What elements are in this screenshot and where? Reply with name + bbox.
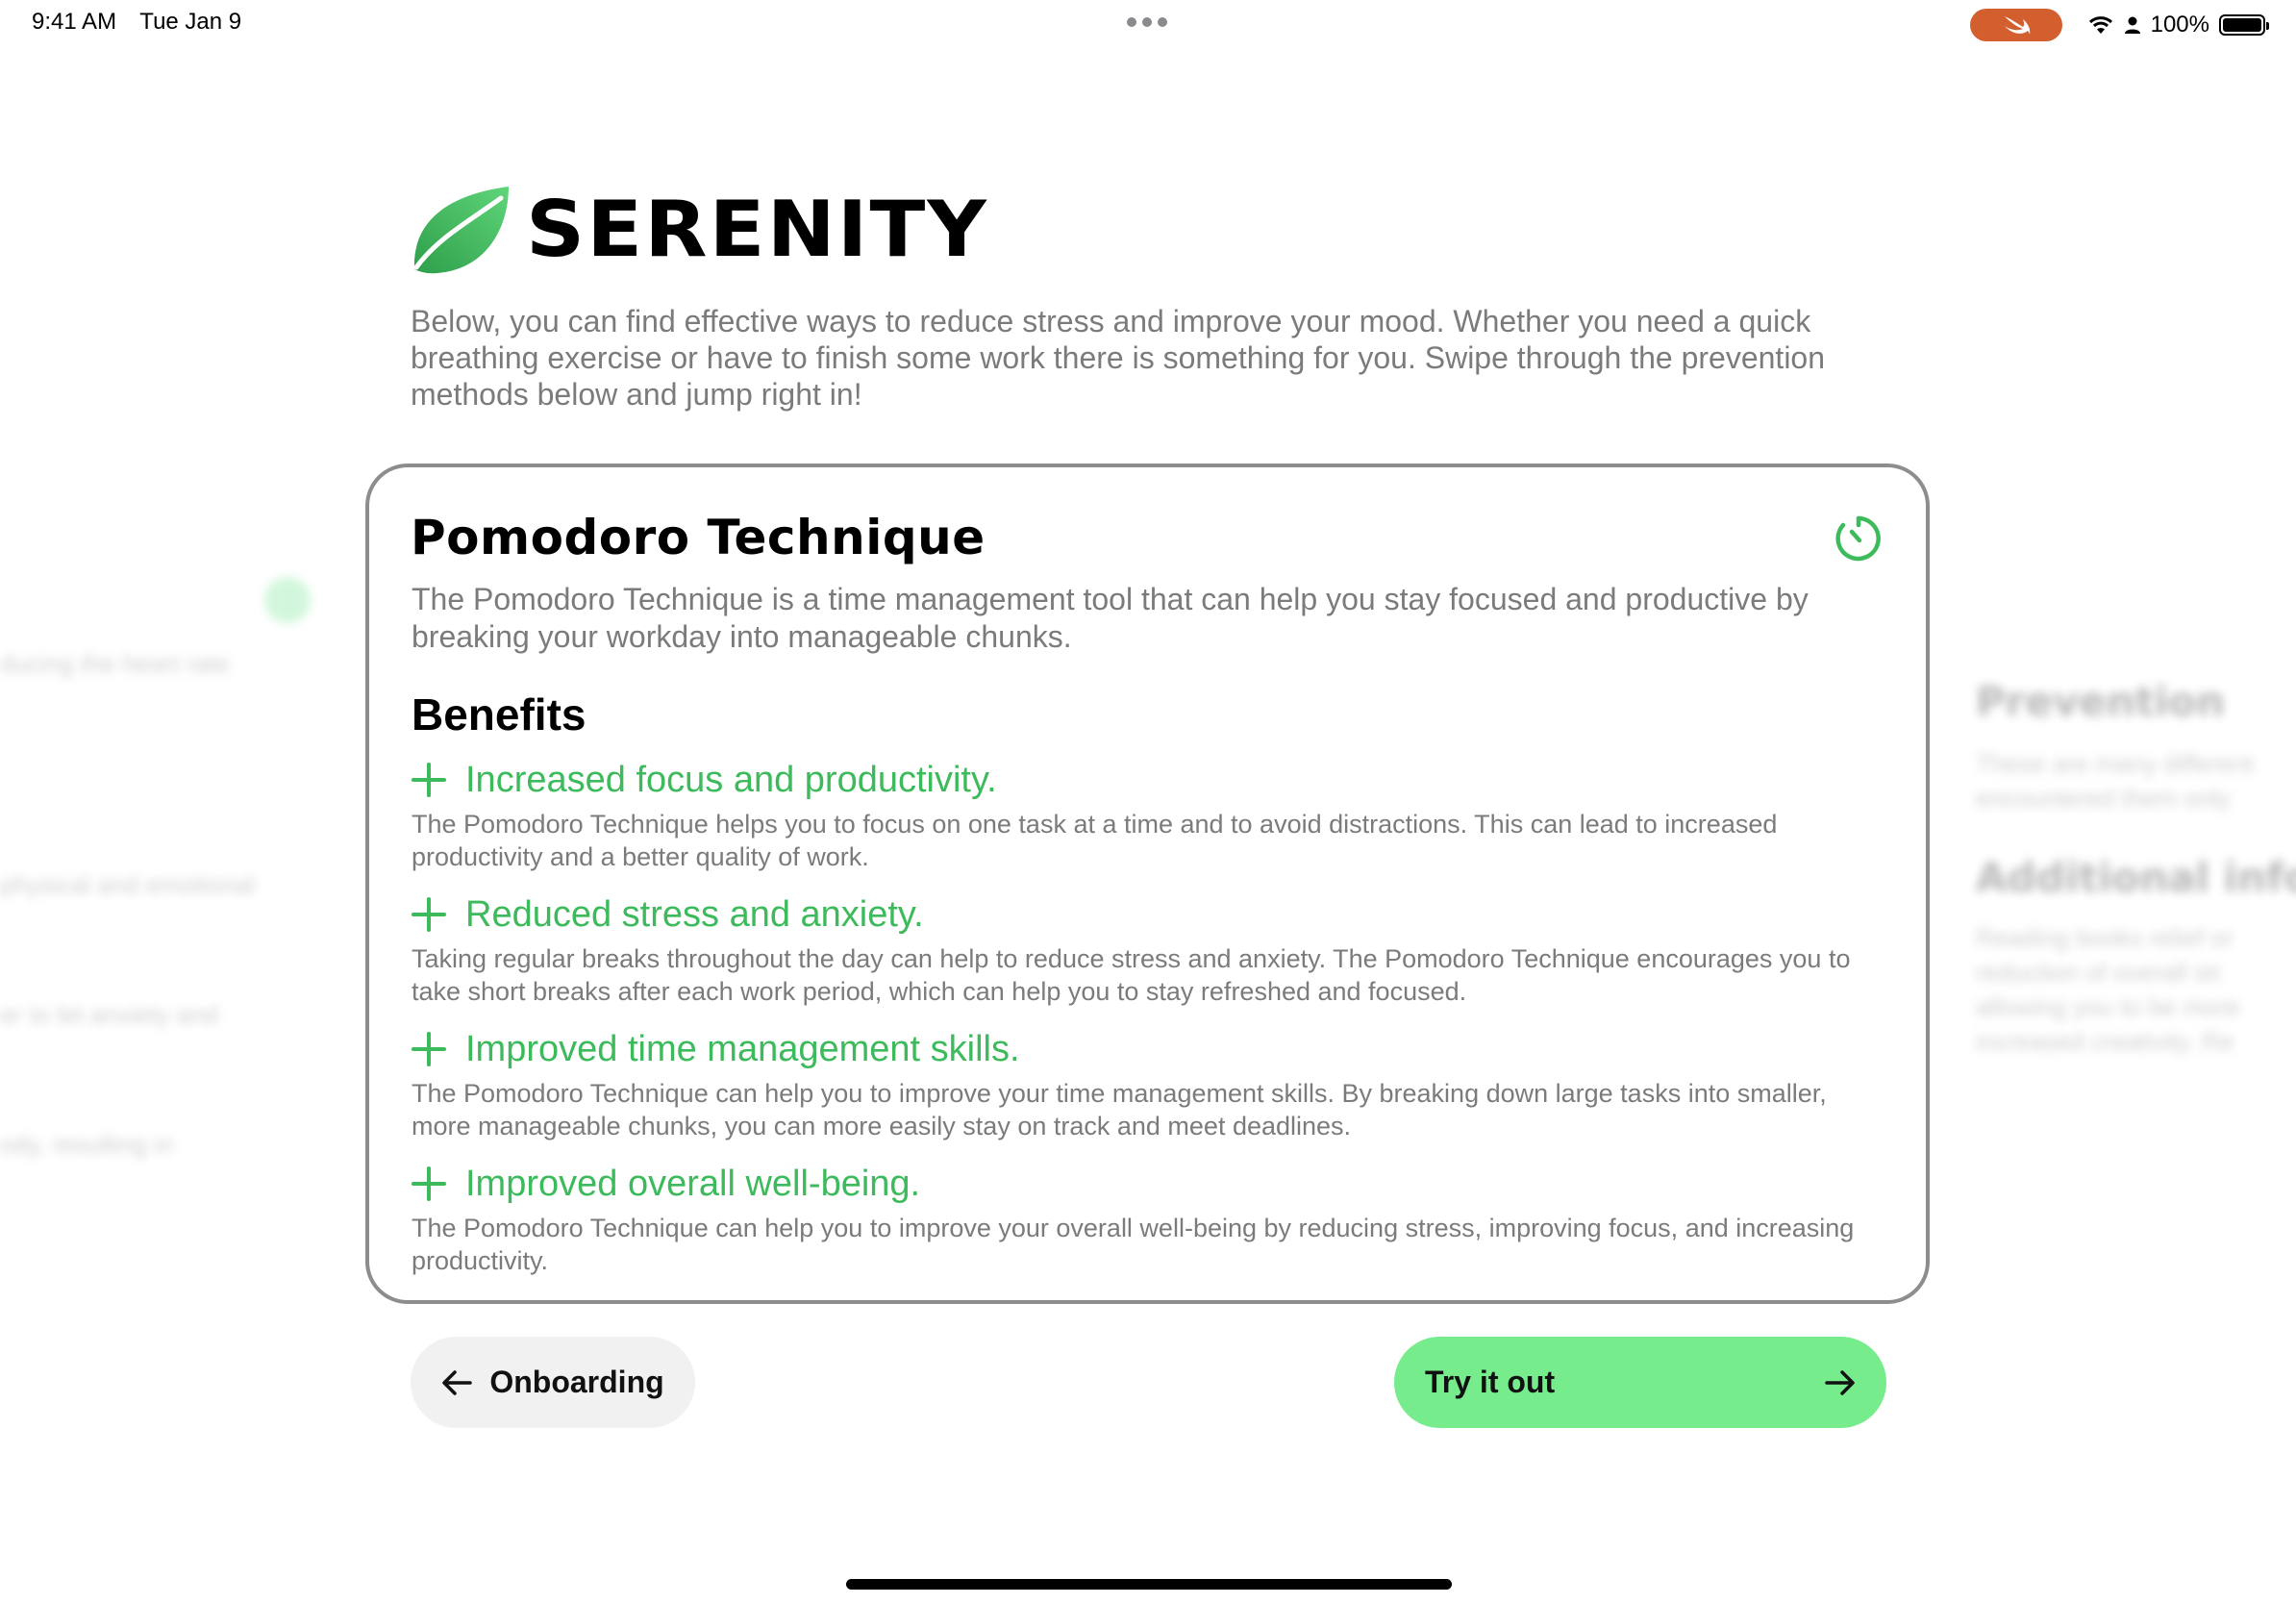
person-icon xyxy=(2124,16,2140,34)
status-bar: 9:41 AM Tue Jan 9 100% xyxy=(0,0,2296,48)
benefit-item: Reduced stress and anxiety. Taking regul… xyxy=(412,890,1892,1008)
status-time: 9:41 AM xyxy=(32,9,117,35)
wifi-icon xyxy=(2088,16,2112,34)
benefit-item: Increased focus and productivity. The Po… xyxy=(412,756,1892,873)
plus-icon xyxy=(412,1032,446,1066)
next-card-text: allowing you to be more xyxy=(1976,992,2240,1021)
plus-icon xyxy=(412,763,446,797)
battery-percent: 100% xyxy=(2150,12,2209,38)
app-title: SERENITY xyxy=(526,184,988,274)
onboarding-button[interactable]: Onboarding xyxy=(411,1337,695,1428)
card-title: Pomodoro Technique xyxy=(411,510,986,565)
try-it-out-label: Try it out xyxy=(1425,1365,1556,1399)
benefit-title: Increased focus and productivity. xyxy=(465,759,997,800)
benefit-text: Taking regular breaks throughout the day… xyxy=(412,944,1851,1006)
next-card-text: Reading books relief or xyxy=(1976,923,2234,952)
card-description: The Pomodoro Technique is a time managem… xyxy=(412,582,1809,654)
intro-text: Below, you can find effective ways to re… xyxy=(411,304,1826,412)
try-it-out-button[interactable]: Try it out xyxy=(1394,1337,1886,1428)
benefit-item: Improved overall well-being. The Pomodor… xyxy=(412,1160,1892,1277)
benefits-list: Increased focus and productivity. The Po… xyxy=(412,756,1892,1294)
previous-card-text: er to let anxiety and xyxy=(0,1000,218,1029)
next-card-heading: Additional information xyxy=(1976,854,2296,901)
next-card-text: These are many different xyxy=(1976,749,2254,778)
status-date: Tue Jan 9 xyxy=(139,9,242,35)
brand-header: SERENITY xyxy=(409,181,986,277)
plus-icon xyxy=(412,897,446,932)
previous-card-peek[interactable]: ducing the heart rate physical and emoti… xyxy=(0,539,327,1212)
next-card-heading: Prevention xyxy=(1976,678,2225,725)
battery-icon xyxy=(2219,14,2269,36)
benefit-title: Improved overall well-being. xyxy=(465,1163,921,1204)
next-card-text: increased creativity. Re xyxy=(1976,1027,2234,1056)
benefit-text: The Pomodoro Technique can help you to i… xyxy=(412,1214,1855,1275)
previous-card-text: ody, resulting in xyxy=(0,1130,174,1159)
leaf-icon xyxy=(413,187,509,274)
multitasking-dots-icon[interactable] xyxy=(1127,17,1167,27)
arrow-right-icon xyxy=(1825,1369,1855,1395)
previous-card-text: physical and emotional xyxy=(0,870,255,899)
benefit-title: Reduced stress and anxiety. xyxy=(465,893,924,935)
arrow-left-icon xyxy=(442,1369,473,1395)
benefit-item: Improved time management skills. The Pom… xyxy=(412,1025,1892,1142)
swift-icon[interactable] xyxy=(1969,9,2062,41)
timer-icon xyxy=(1835,515,1881,562)
prevention-card[interactable]: Pomodoro Technique The Pomodoro Techniqu… xyxy=(365,464,1930,1304)
home-indicator[interactable] xyxy=(846,1579,1452,1590)
benefit-text: The Pomodoro Technique can help you to i… xyxy=(412,1079,1827,1140)
next-card-text: encountered them only xyxy=(1976,784,2231,813)
next-card-text: reduction of overall str xyxy=(1976,958,2222,987)
previous-card-text: ducing the heart rate xyxy=(0,649,230,678)
benefits-heading: Benefits xyxy=(412,689,586,739)
plus-icon xyxy=(412,1166,446,1201)
previous-card-icon xyxy=(264,577,311,623)
benefit-text: The Pomodoro Technique helps you to focu… xyxy=(412,810,1778,871)
status-icons: 100% xyxy=(1969,9,2269,41)
onboarding-button-label: Onboarding xyxy=(489,1365,664,1399)
next-card-peek[interactable]: Prevention These are many different enco… xyxy=(1976,678,2296,1082)
status-time-date: 9:41 AM Tue Jan 9 xyxy=(32,9,259,36)
benefit-title: Improved time management skills. xyxy=(465,1028,1020,1069)
